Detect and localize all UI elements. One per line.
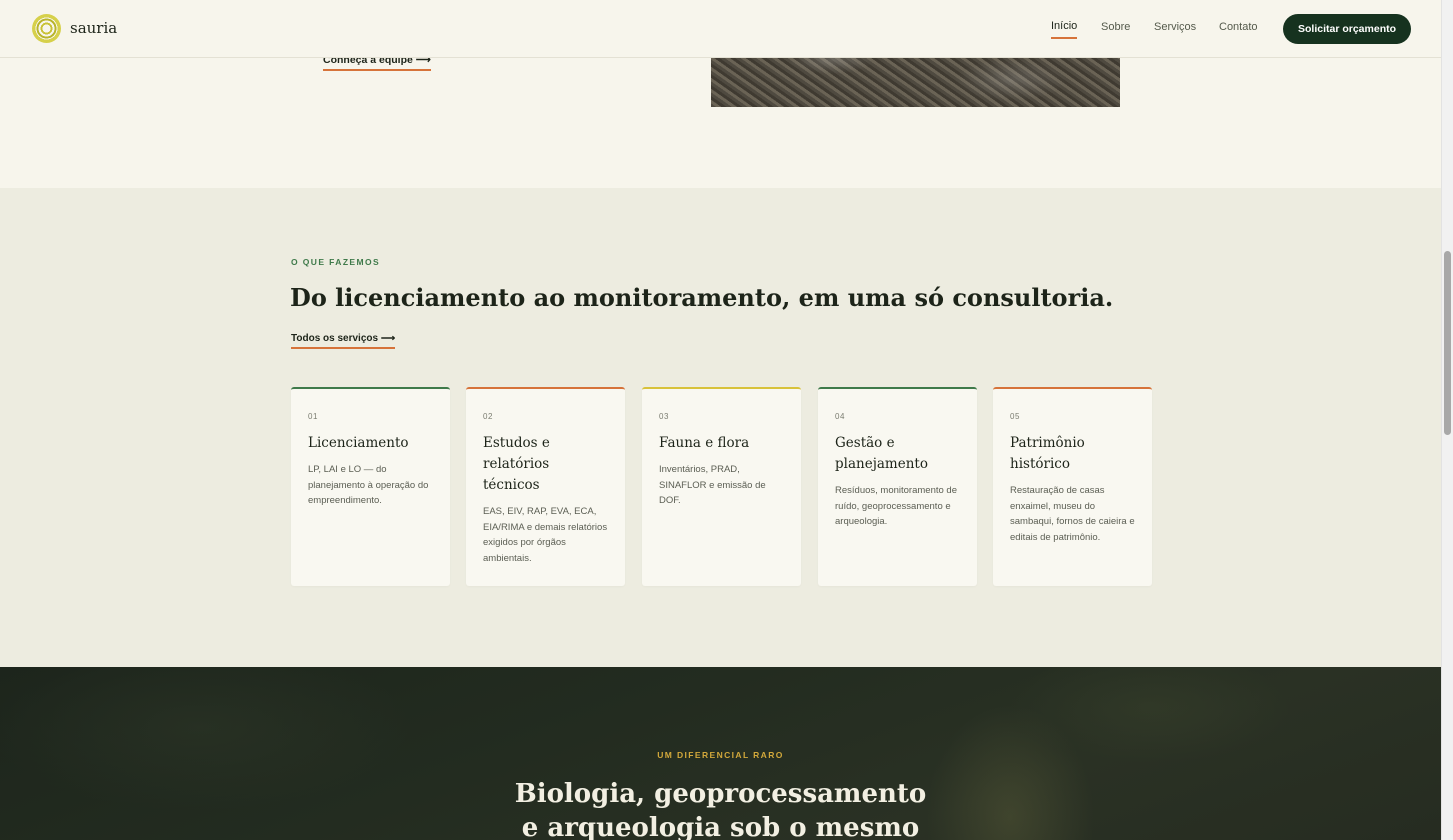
card-description: Resíduos, monitoramento de ruído, geopro… [835,485,957,528]
page-scrollbar[interactable] [1441,0,1453,840]
service-card-estudos[interactable]: 02 Estudos e relatórios técnicos EAS, EI… [466,387,625,586]
services-eyebrow: O QUE FAZEMOS [291,257,381,267]
nav-inicio[interactable]: Início [1051,20,1078,39]
nav-sobre[interactable]: Sobre [1101,21,1130,33]
card-description: Restauração de casas enxaimel, museu do … [1010,485,1135,543]
request-quote-button[interactable]: Solicitar orçamento [1283,14,1411,44]
card-title: Fauna e flora [659,435,750,451]
card-title: Licenciamento [308,435,409,451]
card-number: 03 [659,412,670,421]
card-description: Inventários, PRAD, SINAFLOR e emissão de… [659,464,766,507]
card-number: 05 [1010,412,1021,421]
brand-name[interactable]: sauria [70,19,117,37]
differential-headline: Biologia, geoprocessamento e arqueologia… [0,777,1441,840]
card-title: Patrimônio histórico [1010,435,1085,472]
site-header: sauria Início Sobre Serviços Contato Sol… [0,0,1441,58]
scrollbar-thumb[interactable] [1444,251,1451,435]
services-section: O QUE FAZEMOS Do licenciamento ao monito… [0,188,1441,667]
service-card-gestao[interactable]: 04 Gestão e planejamento Resíduos, monit… [818,387,977,586]
services-headline: Do licenciamento ao monitoramento, em um… [290,283,1114,312]
service-card-patrimonio[interactable]: 05 Patrimônio histórico Restauração de c… [993,387,1152,586]
card-number: 04 [835,412,846,421]
differential-section: UM DIFERENCIAL RARO Biologia, geoprocess… [0,667,1441,840]
card-title: Estudos e relatórios técnicos [483,435,550,493]
card-title: Gestão e planejamento [835,435,928,472]
page: Conheça a equipe ⟶ sauria Início Sobre S… [0,0,1441,840]
differential-eyebrow: UM DIFERENCIAL RARO [657,750,784,760]
logo-icon[interactable] [32,14,61,43]
card-description: LP, LAI e LO — do planejamento à operaçã… [308,464,429,507]
card-description: EAS, EIV, RAP, EVA, ECA, EIA/RIMA e dema… [483,506,608,564]
card-number: 02 [483,412,494,421]
nav-contato[interactable]: Contato [1219,21,1258,33]
service-card-fauna-flora[interactable]: 03 Fauna e flora Inventários, PRAD, SINA… [642,387,801,586]
service-card-licenciamento[interactable]: 01 Licenciamento LP, LAI e LO — do plane… [291,387,450,586]
all-services-link[interactable]: Todos os serviços ⟶ [291,333,396,349]
nav-servicos[interactable]: Serviços [1154,21,1196,33]
card-number: 01 [308,412,319,421]
differential-headline-text: Biologia, geoprocessamento e arqueologia… [514,779,927,840]
